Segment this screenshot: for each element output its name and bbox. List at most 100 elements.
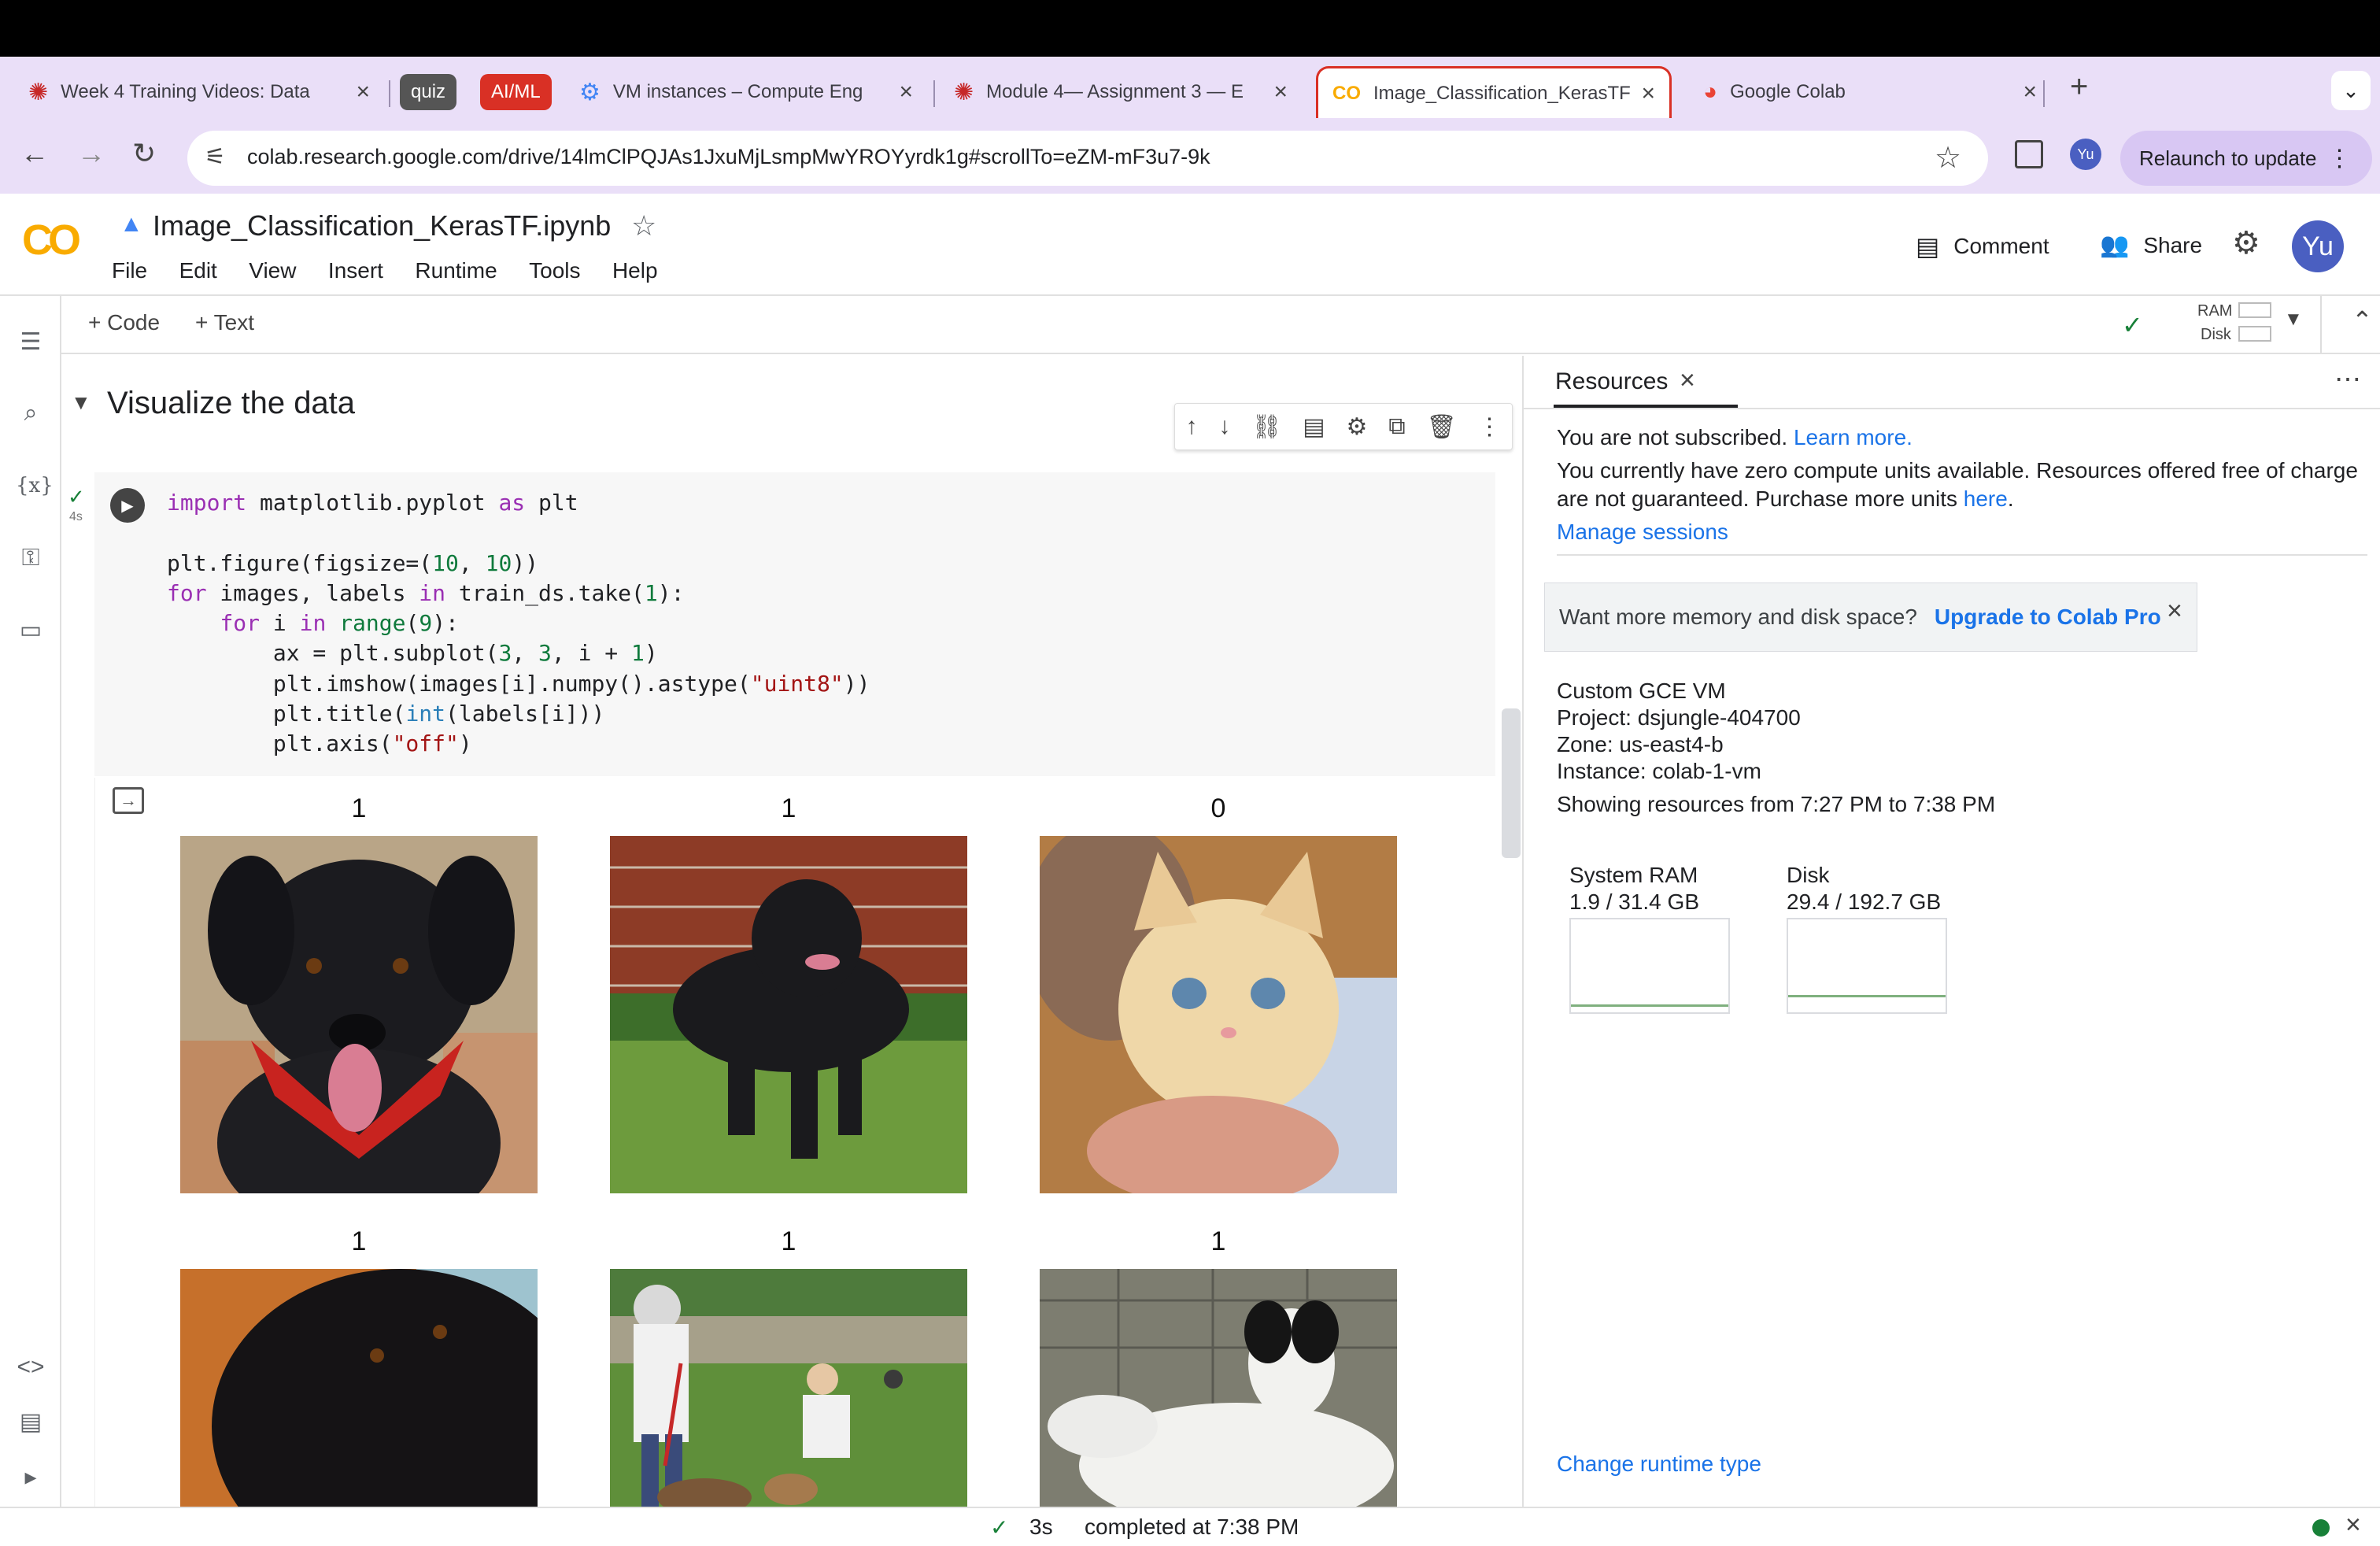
colab-logo-icon[interactable]: CO xyxy=(22,216,81,264)
folder-icon[interactable]: ▭ xyxy=(16,616,46,645)
cell-settings-icon[interactable]: ⚙ xyxy=(1346,413,1367,441)
tab-search-chevron-icon[interactable]: ⌄ xyxy=(2331,71,2371,110)
close-icon[interactable]: × xyxy=(1641,80,1655,107)
user-avatar[interactable]: Yu xyxy=(2292,220,2344,272)
disk-value: 29.4 / 192.7 GB xyxy=(1787,890,1942,914)
close-icon[interactable]: × xyxy=(2167,596,2182,627)
side-panel-icon[interactable] xyxy=(2015,140,2043,168)
compute-engine-icon: ⚙ xyxy=(579,79,601,105)
new-tab-plus-icon[interactable]: + xyxy=(2070,69,2088,105)
status-bar: ✓ 3s completed at 7:38 PM × xyxy=(0,1507,2380,1546)
run-cell-play-icon[interactable]: ▶ xyxy=(110,488,145,523)
learn-more-link[interactable]: Learn more. xyxy=(1794,425,1913,449)
ram-label: RAM xyxy=(2197,302,2233,320)
close-icon[interactable]: × xyxy=(1680,365,1695,396)
forward-arrow-icon[interactable]: → xyxy=(77,137,105,170)
menu-help[interactable]: Help xyxy=(612,258,658,283)
notebook-title[interactable]: Image_Classification_KerasTF.ipynb xyxy=(153,209,611,242)
menu-insert[interactable]: Insert xyxy=(328,258,383,283)
relaunch-button[interactable]: Relaunch to update ⋮ xyxy=(2120,131,2372,186)
subscription-status: You are not subscribed. Learn more. xyxy=(1557,423,1913,452)
back-arrow-icon[interactable]: ← xyxy=(20,137,49,170)
close-icon[interactable]: × xyxy=(2023,79,2037,105)
table-of-contents-icon[interactable]: ☰ xyxy=(16,327,46,357)
menu-file[interactable]: File xyxy=(112,258,147,283)
command-palette-icon[interactable]: ▤ xyxy=(16,1407,46,1437)
disk-label: Disk xyxy=(2201,326,2231,343)
more-vert-icon[interactable]: ⋮ xyxy=(1478,413,1502,441)
drive-icon: ▲ xyxy=(120,211,143,237)
ram-usage-chart xyxy=(1569,918,1730,1014)
tab-vm-instances[interactable]: ⚙ VM instances – Compute Eng × xyxy=(565,66,927,118)
divider xyxy=(1524,408,2380,409)
menu-tools[interactable]: Tools xyxy=(529,258,580,283)
collapse-chevron-icon[interactable]: ⌃ xyxy=(2352,305,2373,335)
cell-toolbar: ↑ ↓ ⛓ ▤ ⚙ ⧉ 🗑 ⋮ xyxy=(1174,403,1513,450)
url-text[interactable]: colab.research.google.com/drive/14lmClPQ… xyxy=(247,145,1210,169)
disk-meter[interactable] xyxy=(2238,326,2271,342)
output-options-icon[interactable]: → xyxy=(113,787,144,814)
bookmark-star-icon[interactable]: ☆ xyxy=(1935,140,1961,176)
status-completed-text[interactable]: completed at 7:38 PM xyxy=(1085,1515,1299,1540)
divider xyxy=(2320,296,2322,353)
notebook-area: ▼ Visualize the data ✓ 4s ▶ import matpl… xyxy=(63,356,1521,1507)
code-cell[interactable]: ▶ import matplotlib.pyplot as plt plt.fi… xyxy=(94,403,1513,776)
close-icon[interactable]: × xyxy=(899,79,913,105)
vm-zone: Zone: us-east4-b xyxy=(1557,732,1724,756)
upgrade-link[interactable]: Upgrade to Colab Pro xyxy=(1935,605,2161,630)
close-icon[interactable]: × xyxy=(1273,79,1288,105)
settings-gear-icon[interactable]: ⚙ xyxy=(2232,225,2260,261)
move-up-icon[interactable]: ↑ xyxy=(1185,413,1197,440)
add-text-button[interactable]: + Text xyxy=(195,310,254,335)
link-icon[interactable]: ⛓ xyxy=(1251,413,1281,441)
resources-tab-label[interactable]: Resources xyxy=(1555,368,1668,395)
compute-units-label: You currently have zero compute units av… xyxy=(1557,458,2358,511)
mirror-cell-icon[interactable]: ⧉ xyxy=(1388,413,1405,440)
tab-module4[interactable]: ✺ Module 4— Assignment 3 — E × xyxy=(940,66,1302,118)
address-bar[interactable]: ⚟ colab.research.google.com/drive/14lmCl… xyxy=(187,131,1988,186)
star-icon[interactable]: ☆ xyxy=(631,209,656,242)
more-horiz-icon[interactable]: ⋯ xyxy=(2334,364,2361,395)
colab-favicon-icon: CO xyxy=(1332,82,1361,104)
notebook-scrollbar[interactable] xyxy=(1502,708,1521,858)
code-editor[interactable]: import matplotlib.pyplot as plt plt.figu… xyxy=(167,488,870,760)
search-icon[interactable]: ⌕ xyxy=(16,398,46,428)
terminal-icon[interactable]: ▸ xyxy=(16,1463,46,1492)
tab-group-quiz[interactable]: quiz xyxy=(400,74,457,110)
plot-title: 1 xyxy=(351,793,367,823)
tab-week4[interactable]: ✺ Week 4 Training Videos: Data × xyxy=(14,66,384,118)
section-collapse-icon[interactable]: ▼ xyxy=(71,390,91,415)
key-icon[interactable]: ⚿ xyxy=(16,543,46,573)
close-icon[interactable]: × xyxy=(356,79,370,105)
menu-edit[interactable]: Edit xyxy=(179,258,217,283)
comment-icon[interactable]: ▤ xyxy=(1303,413,1325,441)
reload-icon[interactable]: ↻ xyxy=(132,137,156,170)
tab-image-classification[interactable]: CO Image_Classification_KerasTF × xyxy=(1316,66,1672,118)
tab-title: Week 4 Training Videos: Data xyxy=(61,81,310,102)
system-ram-value: 1.9 / 31.4 GB xyxy=(1569,890,1699,914)
manage-sessions-link[interactable]: Manage sessions xyxy=(1557,518,1728,546)
comment-icon: ▤ xyxy=(1916,232,1940,261)
tab-separator xyxy=(2043,80,2045,107)
menu-view[interactable]: View xyxy=(249,258,296,283)
code-snippets-icon[interactable]: <> xyxy=(16,1352,46,1382)
runtime-dropdown-icon[interactable]: ▼ xyxy=(2284,309,2303,331)
move-down-icon[interactable]: ↓ xyxy=(1218,413,1230,440)
share-button[interactable]: 👥 Share xyxy=(2100,231,2202,259)
variables-icon[interactable]: {x} xyxy=(16,471,54,501)
google-colab-favicon-icon: ◕ xyxy=(1703,79,1718,105)
profile-avatar[interactable]: Yu xyxy=(2070,139,2101,170)
here-link[interactable]: here xyxy=(1964,486,2008,511)
menu-bar: File Edit View Insert Runtime Tools Help xyxy=(112,258,686,283)
menu-runtime[interactable]: Runtime xyxy=(415,258,497,283)
comment-button[interactable]: ▤ Comment xyxy=(1916,231,2049,261)
tab-group-aiml[interactable]: AI/ML xyxy=(480,74,552,110)
people-with-dogs-yard-image xyxy=(610,1269,967,1507)
close-icon[interactable]: × xyxy=(2345,1510,2361,1540)
add-code-button[interactable]: + Code xyxy=(88,310,160,335)
change-runtime-type-link[interactable]: Change runtime type xyxy=(1557,1450,1761,1478)
ram-meter[interactable] xyxy=(2238,302,2271,318)
tab-google-colab[interactable]: ◕ Google Colab × xyxy=(1689,66,2051,118)
delete-icon[interactable]: 🗑 xyxy=(1427,413,1457,441)
site-info-icon[interactable]: ⚟ xyxy=(205,143,226,171)
